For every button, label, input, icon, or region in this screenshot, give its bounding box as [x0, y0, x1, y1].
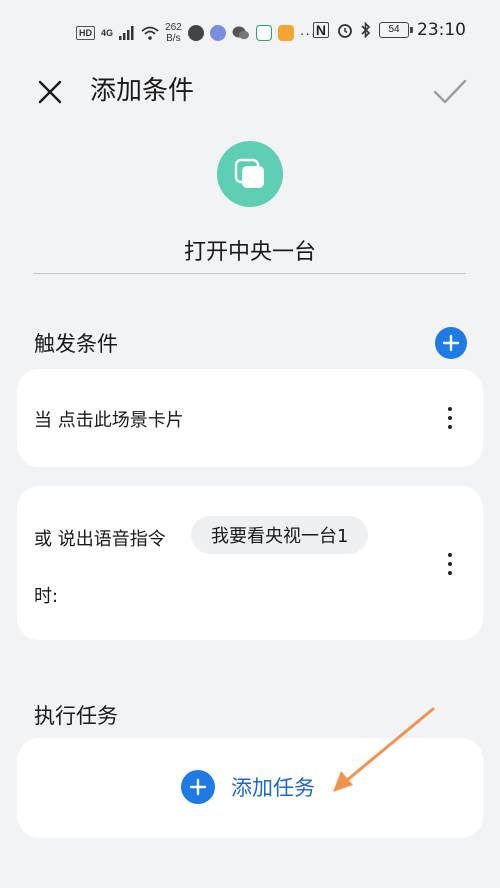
add-task-circle — [181, 770, 215, 804]
more-dot — [448, 416, 452, 420]
page-title: 添加条件 — [90, 76, 195, 106]
status-bar-right: N 54 23:10 — [312, 20, 466, 40]
task-section-title: 执行任务 — [34, 704, 118, 728]
scene-name-input[interactable] — [34, 226, 466, 274]
clock: 23:10 — [417, 20, 466, 40]
task-card: 添加任务 — [17, 738, 483, 838]
more-dot — [448, 425, 452, 429]
wifi-icon — [141, 26, 159, 40]
more-dot — [448, 407, 452, 411]
app-notification-icon — [187, 25, 204, 41]
close-icon — [38, 80, 62, 104]
add-task-button[interactable]: 添加任务 — [181, 770, 315, 804]
close-button[interactable] — [30, 74, 70, 110]
confirm-button[interactable] — [430, 72, 470, 112]
trigger-tap-text: 当 点击此场景卡片 — [34, 410, 184, 431]
wechat-icon — [232, 26, 249, 40]
trigger-voice-more-button[interactable] — [438, 544, 462, 584]
add-task-label: 添加任务 — [231, 776, 315, 800]
battery-indicator: 54 — [379, 22, 413, 38]
network-type: 4G — [101, 28, 114, 38]
scene-icon-button[interactable] — [217, 141, 283, 207]
hd-indicator: HD — [76, 26, 95, 40]
network-speed-value: 262 — [165, 22, 182, 33]
trigger-card-tap[interactable]: 当 点击此场景卡片 — [17, 369, 483, 467]
layers-icon — [234, 158, 264, 188]
trigger-voice-prefix: 或 说出语音指令 — [34, 529, 166, 550]
bluetooth-icon — [361, 22, 371, 38]
plus-icon — [442, 334, 460, 352]
mi-app-icon — [255, 25, 272, 41]
trigger-section-title: 触发条件 — [34, 332, 118, 356]
plus-icon — [189, 778, 207, 796]
more-dot — [448, 571, 452, 575]
nfc-icon: N — [312, 22, 329, 38]
voice-command-chip[interactable]: 我要看央视一台1 — [191, 516, 369, 554]
alarm-icon — [338, 24, 352, 38]
orange-app-icon — [277, 25, 294, 41]
trigger-tap-more-button[interactable] — [438, 398, 462, 438]
add-trigger-button[interactable] — [435, 327, 467, 359]
trigger-voice-suffix: 时: — [34, 586, 59, 607]
music-icon — [209, 25, 226, 41]
status-bar: HD 4G 262 B/s ··· N 54 23:10 — [0, 0, 500, 62]
network-speed: 262 B/s — [165, 22, 182, 44]
more-dot — [448, 553, 452, 557]
check-icon — [433, 79, 467, 104]
title-bar: 添加条件 — [0, 62, 500, 122]
trigger-card-voice[interactable]: 或 说出语音指令 我要看央视一台1 时: — [17, 486, 483, 640]
more-dot — [448, 562, 452, 566]
status-bar-left: HD 4G 262 B/s ··· — [76, 22, 317, 44]
network-speed-unit: B/s — [166, 33, 181, 44]
signal-icon — [119, 26, 134, 40]
